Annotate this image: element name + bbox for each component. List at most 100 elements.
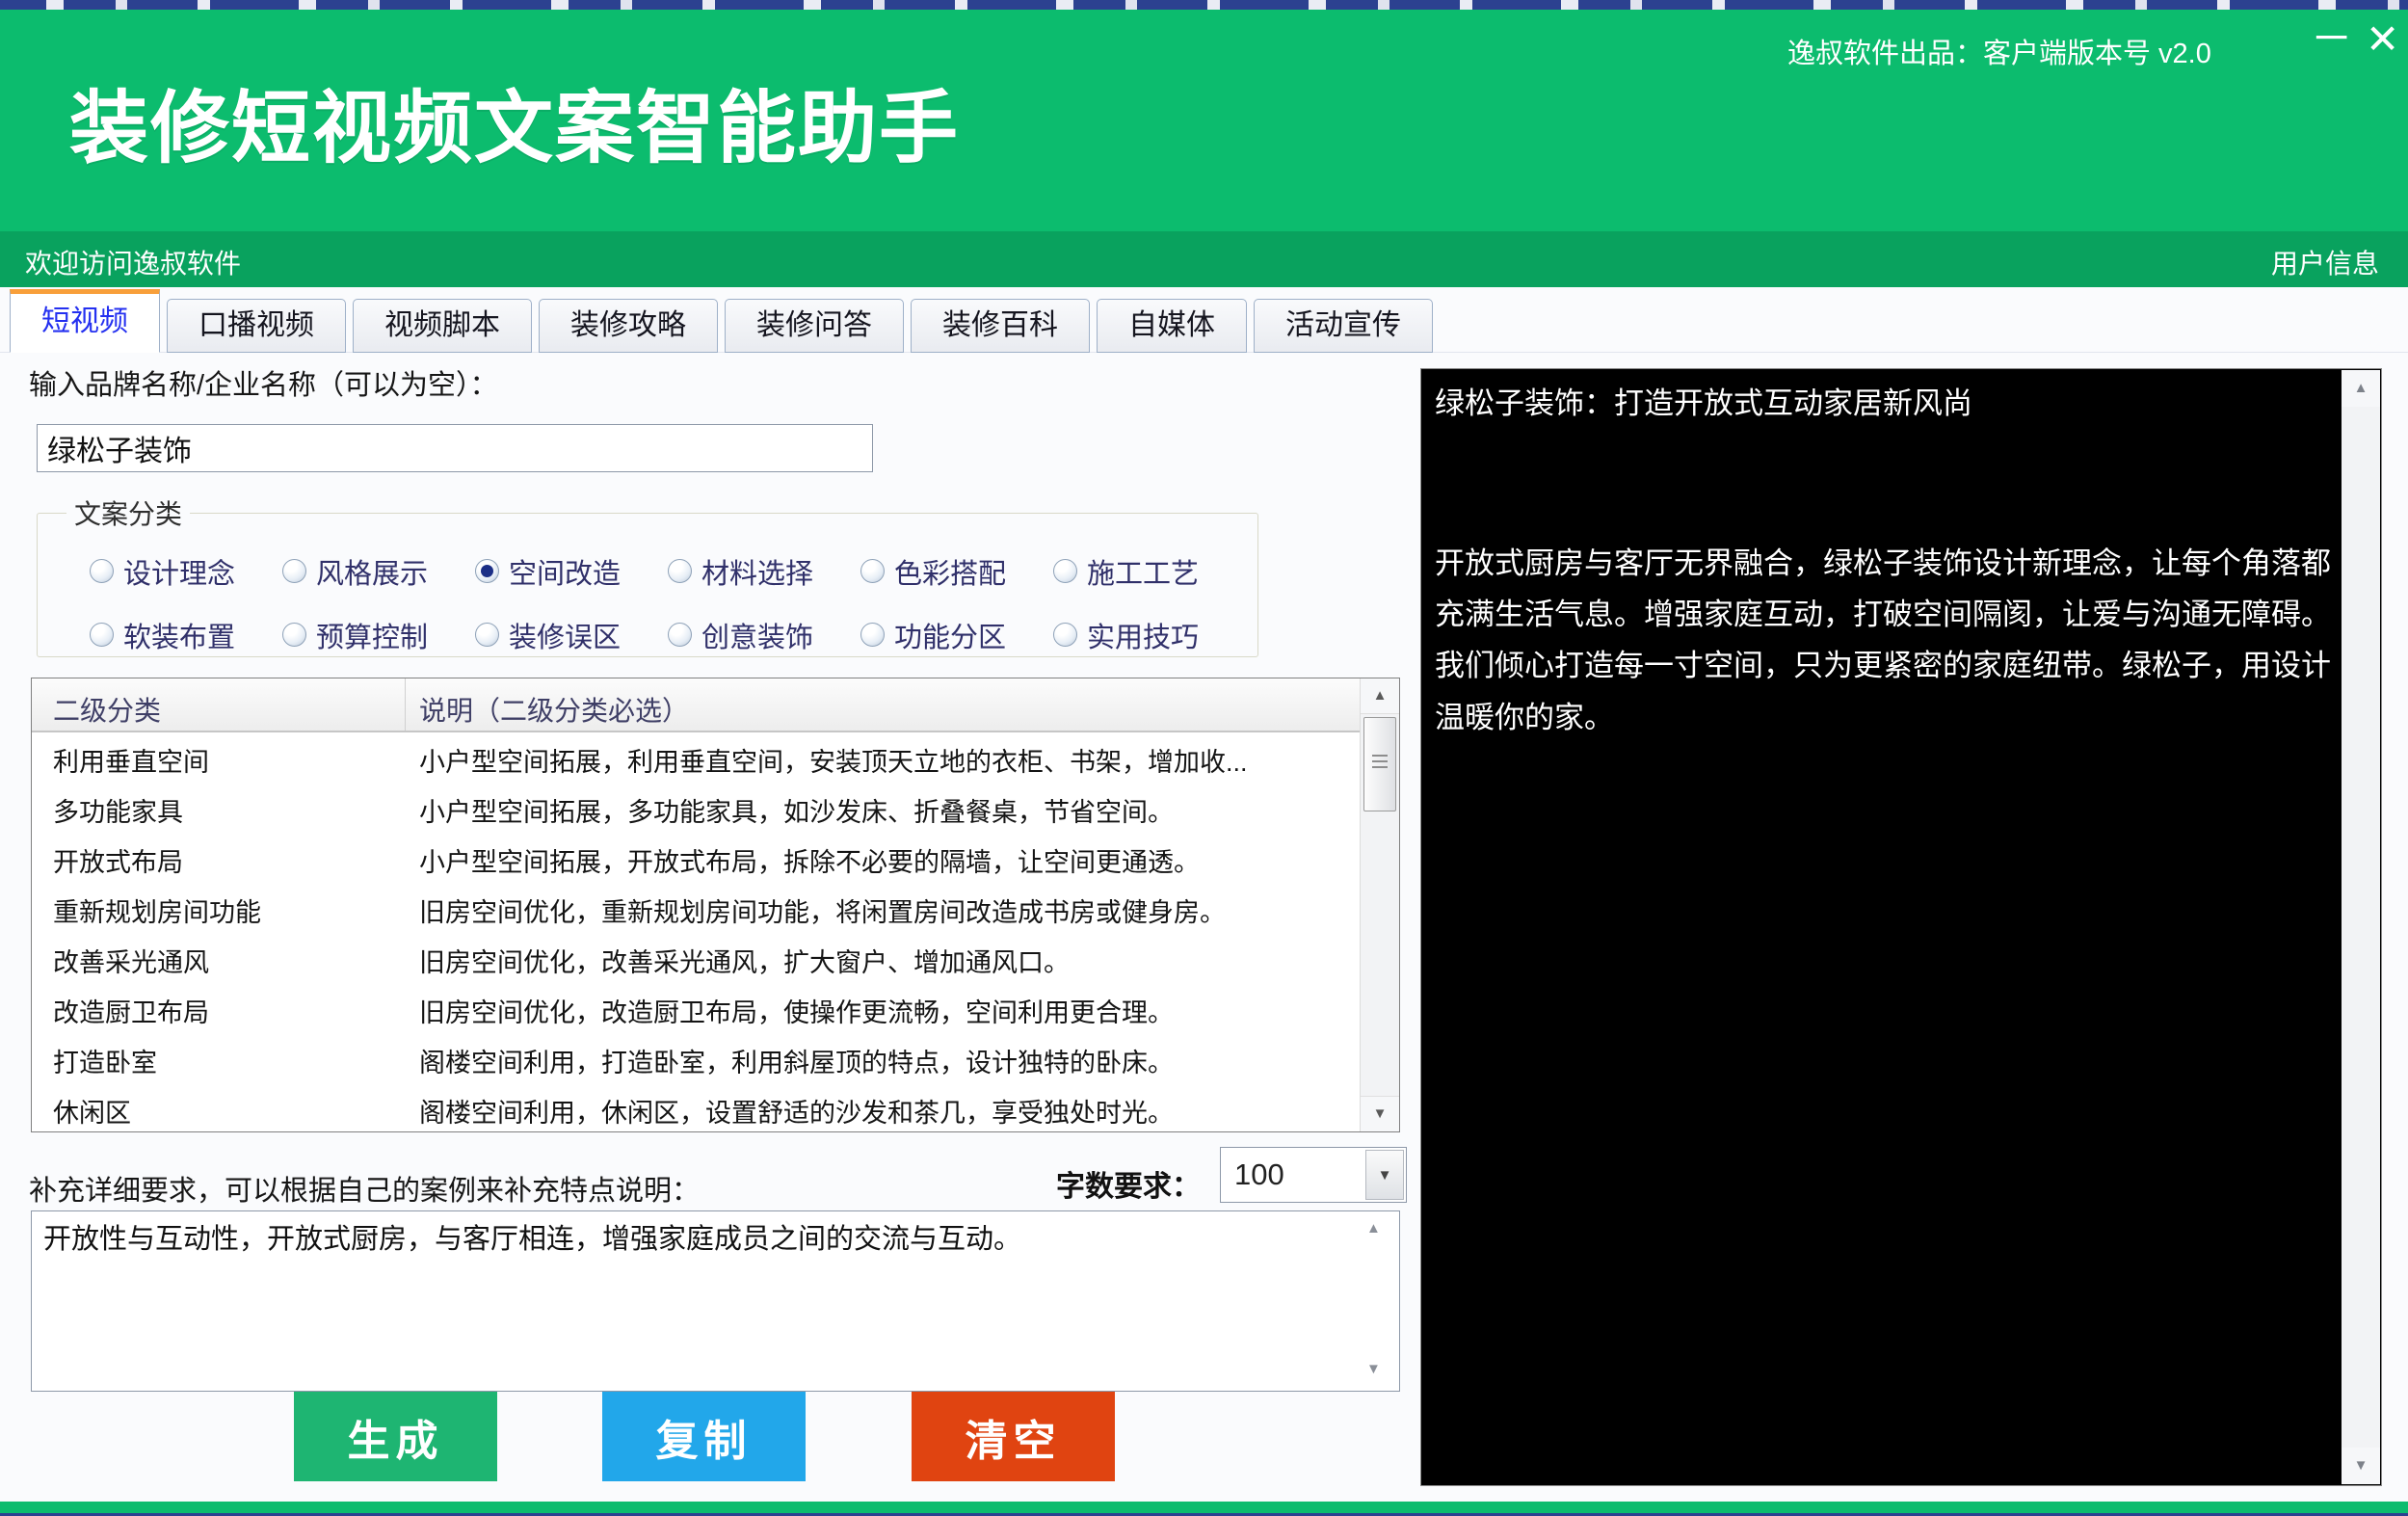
table-row[interactable]: 利用垂直空间小户型空间拓展，利用垂直空间，安装顶天立地的衣柜、书架，增加收... (32, 734, 1360, 785)
tab-oral-video[interactable]: 口播视频 (167, 299, 346, 353)
background-window-strip (0, 0, 2408, 10)
radio-icon (90, 559, 114, 583)
app-title: 装修短视频文案智能助手 (69, 64, 960, 178)
welcome-bar: 欢迎访问逸叔软件 用户信息 (0, 231, 2408, 287)
radio-icon (475, 623, 499, 647)
category-label: 色彩搭配 (894, 551, 1006, 592)
tab-decor-qa[interactable]: 装修问答 (725, 299, 904, 353)
scroll-up-icon[interactable]: ▲ (2342, 370, 2380, 407)
table-body: 利用垂直空间小户型空间拓展，利用垂直空间，安装顶天立地的衣柜、书架，增加收...… (32, 734, 1360, 1131)
row-subcategory: 利用垂直空间 (32, 741, 406, 779)
radio-icon (860, 623, 885, 647)
category-option-soft-furnish[interactable]: 软装布置 (90, 615, 282, 655)
output-panel[interactable]: 绿松子装饰：打造开放式互动家居新风尚 开放式厨房与客厅无界融合，绿松子装饰设计新… (1420, 368, 2382, 1486)
header-bar: 装修短视频文案智能助手 逸叔软件出品：客户端版本号 v2.0 ─ ✕ (0, 10, 2408, 231)
table-row[interactable]: 重新规划房间功能旧房空间优化，重新规划房间功能，将闲置房间改造成书房或健身房。 (32, 885, 1360, 935)
close-icon[interactable]: ✕ (2366, 19, 2399, 60)
radio-selected-icon (475, 559, 499, 583)
category-option-construction-craft[interactable]: 施工工艺 (1053, 551, 1246, 592)
row-subcategory: 打造卧室 (32, 1042, 406, 1079)
row-description: 小户型空间拓展，多功能家具，如沙发床、折叠餐桌，节省空间。 (406, 791, 1360, 829)
tab-decor-guide[interactable]: 装修攻略 (539, 299, 718, 353)
category-label: 功能分区 (894, 615, 1006, 655)
copy-button[interactable]: 复制 (602, 1392, 806, 1481)
category-option-practical-tips[interactable]: 实用技巧 (1053, 615, 1246, 655)
category-option-space-remodel[interactable]: 空间改造 (475, 551, 668, 592)
word-count-label: 字数要求： (1056, 1162, 1201, 1205)
scroll-up-icon[interactable]: ▲ (1361, 678, 1399, 714)
category-option-creative-decor[interactable]: 创意装饰 (668, 615, 860, 655)
clear-button[interactable]: 清空 (912, 1392, 1115, 1481)
category-label: 装修误区 (509, 615, 621, 655)
table-row[interactable]: 休闲区阁楼空间利用，休闲区，设置舒适的沙发和茶几，享受独处时光。 (32, 1085, 1360, 1132)
textarea-scroll-up-icon[interactable]: ▲ (1366, 1220, 1381, 1237)
scroll-down-icon[interactable]: ▼ (2342, 1448, 2380, 1484)
radio-icon (1053, 559, 1077, 583)
tab-decor-wiki[interactable]: 装修百科 (911, 299, 1090, 353)
table-row[interactable]: 打造卧室阁楼空间利用，打造卧室，利用斜屋顶的特点，设计独特的卧床。 (32, 1035, 1360, 1085)
tab-self-media[interactable]: 自媒体 (1097, 299, 1247, 353)
detail-requirement-label: 补充详细要求，可以根据自己的案例来补充特点说明： (29, 1168, 700, 1209)
row-subcategory: 开放式布局 (32, 841, 406, 879)
tab-short-video[interactable]: 短视频 (10, 289, 160, 353)
tab-video-script[interactable]: 视频脚本 (353, 299, 532, 353)
radio-icon (668, 559, 692, 583)
table-row[interactable]: 改善采光通风旧房空间优化，改善采光通风，扩大窗户、增加通风口。 (32, 935, 1360, 985)
category-label: 空间改造 (509, 551, 621, 592)
detail-requirement-textarea[interactable]: 开放性与互动性，开放式厨房，与客厅相连，增强家庭成员之间的交流与互动。 (31, 1210, 1400, 1392)
category-label: 材料选择 (701, 551, 813, 592)
chevron-down-icon[interactable]: ▼ (1365, 1150, 1404, 1200)
word-count-combobox[interactable]: 100 ▼ (1220, 1147, 1407, 1203)
category-radio-grid: 设计理念风格展示空间改造 材料选择 色彩搭配 施工工艺软装布置 预算控制 装修误区 创意装饰… (90, 551, 1246, 655)
category-label: 预算控制 (316, 615, 428, 655)
table-row[interactable]: 改造厨卫布局旧房空间优化，改造厨卫布局，使操作更流畅，空间利用更合理。 (32, 985, 1360, 1035)
category-label: 施工工艺 (1087, 551, 1199, 592)
output-body-paragraph: 开放式厨房与客厅无界融合，绿松子装饰设计新理念，让每个角落都充满生活气息。增强家… (1435, 538, 2335, 743)
table-row[interactable]: 多功能家具小户型空间拓展，多功能家具，如沙发床、折叠餐桌，节省空间。 (32, 785, 1360, 835)
publisher-version-label: 逸叔软件出品：客户端版本号 v2.0 (1787, 31, 2211, 71)
category-option-style-show[interactable]: 风格展示 (282, 551, 475, 592)
scrollbar-thumb[interactable] (1363, 717, 1396, 811)
row-description: 小户型空间拓展，开放式布局，拆除不必要的隔墙，让空间更通透。 (406, 841, 1360, 879)
row-description: 旧房空间优化，重新规划房间功能，将闲置房间改造成书房或健身房。 (406, 891, 1360, 929)
category-option-budget-control[interactable]: 预算控制 (282, 615, 475, 655)
column-header-subcategory: 二级分类 (32, 678, 406, 731)
row-description: 阁楼空间利用，打造卧室，利用斜屋顶的特点，设计独特的卧床。 (406, 1042, 1360, 1079)
category-label: 软装布置 (123, 615, 235, 655)
textarea-scroll-down-icon[interactable]: ▼ (1366, 1361, 1381, 1377)
table-row[interactable]: 开放式布局小户型空间拓展，开放式布局，拆除不必要的隔墙，让空间更通透。 (32, 835, 1360, 885)
row-description: 阁楼空间利用，休闲区，设置舒适的沙发和茶几，享受独处时光。 (406, 1092, 1360, 1130)
welcome-label: 欢迎访问逸叔软件 (25, 243, 241, 281)
minimize-icon[interactable]: ─ (2316, 15, 2346, 58)
output-scrollbar[interactable]: ▲ ▼ (2342, 370, 2380, 1484)
row-description: 小户型空间拓展，利用垂直空间，安装顶天立地的衣柜、书架，增加收... (406, 741, 1360, 779)
category-label: 实用技巧 (1087, 615, 1199, 655)
brand-name-input[interactable] (37, 424, 873, 472)
category-option-material-select[interactable]: 材料选择 (668, 551, 860, 592)
row-description: 旧房空间优化，改善采光通风，扩大窗户、增加通风口。 (406, 942, 1360, 979)
category-label: 创意装饰 (701, 615, 813, 655)
tab-event-promo[interactable]: 活动宣传 (1254, 299, 1433, 353)
category-group-title: 文案分类 (66, 493, 190, 532)
row-subcategory: 休闲区 (32, 1092, 406, 1130)
row-subcategory: 重新规划房间功能 (32, 891, 406, 929)
row-subcategory: 多功能家具 (32, 791, 406, 829)
generate-button[interactable]: 生成 (294, 1392, 497, 1481)
category-option-function-zone[interactable]: 功能分区 (860, 615, 1053, 655)
row-description: 旧房空间优化，改造厨卫布局，使操作更流畅，空间利用更合理。 (406, 992, 1360, 1029)
user-info-link[interactable]: 用户信息 (2271, 243, 2379, 281)
brand-name-label: 输入品牌名称/企业名称（可以为空）： (29, 362, 498, 403)
row-subcategory: 改造厨卫布局 (32, 992, 406, 1029)
radio-icon (668, 623, 692, 647)
category-option-decor-myths[interactable]: 装修误区 (475, 615, 668, 655)
column-header-description: 说明（二级分类必选） (406, 678, 1360, 731)
category-groupbox: 文案分类 设计理念风格展示空间改造 材料选择 色彩搭配 施工工艺软装布置 预算控制 装修误… (37, 493, 1258, 657)
radio-icon (1053, 623, 1077, 647)
subcategory-table: 二级分类 说明（二级分类必选） 利用垂直空间小户型空间拓展，利用垂直空间，安装顶… (31, 678, 1400, 1132)
category-option-design-concept[interactable]: 设计理念 (90, 551, 282, 592)
generated-copy-text[interactable]: 绿松子装饰：打造开放式互动家居新风尚 开放式厨房与客厅无界融合，绿松子装饰设计新… (1421, 369, 2341, 1485)
scroll-down-icon[interactable]: ▼ (1361, 1096, 1399, 1131)
table-scrollbar[interactable]: ▲ ▼ (1360, 678, 1399, 1131)
app-window: 装修短视频文案智能助手 逸叔软件出品：客户端版本号 v2.0 ─ ✕ 欢迎访问逸… (0, 0, 2408, 1516)
category-option-color-match[interactable]: 色彩搭配 (860, 551, 1053, 592)
